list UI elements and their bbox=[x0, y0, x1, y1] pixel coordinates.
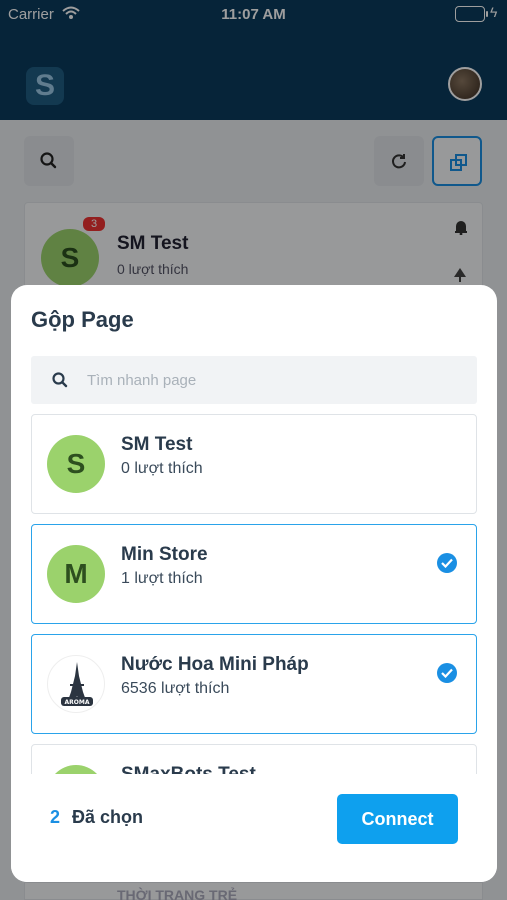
checkmark-icon bbox=[437, 553, 457, 573]
search-input[interactable] bbox=[87, 364, 467, 396]
page-item[interactable]: SMaxBots Test bbox=[31, 744, 477, 774]
page-item[interactable]: AROMA Nước Hoa Mini Pháp 6536 lượt thích bbox=[31, 634, 477, 734]
selected-label: Đã chọn bbox=[72, 807, 144, 827]
checkmark-icon bbox=[437, 663, 457, 683]
connect-button[interactable]: Connect bbox=[337, 794, 458, 844]
page-name: Min Store bbox=[121, 544, 208, 565]
page-avatar: M bbox=[47, 545, 105, 603]
search-icon bbox=[52, 372, 68, 388]
search-bar bbox=[31, 356, 477, 404]
modal-footer: 2 Đã chọn Connect bbox=[11, 774, 497, 882]
selected-count: 2 bbox=[50, 807, 61, 827]
page-name: SM Test bbox=[121, 434, 193, 455]
page-item[interactable]: S SM Test 0 lượt thích bbox=[31, 414, 477, 514]
merge-pages-modal: Gộp Page S SM Test 0 lượt thích M Min St… bbox=[11, 285, 497, 882]
page-item[interactable]: M Min Store 1 lượt thích bbox=[31, 524, 477, 624]
page-list: S SM Test 0 lượt thích M Min Store 1 lượ… bbox=[31, 414, 477, 774]
modal-title: Gộp Page bbox=[31, 307, 134, 332]
eiffel-tower-logo: AROMA bbox=[61, 662, 93, 706]
svg-text:AROMA: AROMA bbox=[65, 699, 90, 706]
page-likes: 6536 lượt thích bbox=[121, 680, 230, 697]
page-avatar bbox=[47, 765, 105, 774]
page-likes: 1 lượt thích bbox=[121, 570, 203, 587]
page-name: Nước Hoa Mini Pháp bbox=[121, 654, 309, 675]
page-likes: 0 lượt thích bbox=[121, 460, 203, 477]
page-name: SMaxBots Test bbox=[121, 764, 256, 774]
page-avatar: S bbox=[47, 435, 105, 493]
page-avatar: AROMA bbox=[47, 655, 105, 713]
